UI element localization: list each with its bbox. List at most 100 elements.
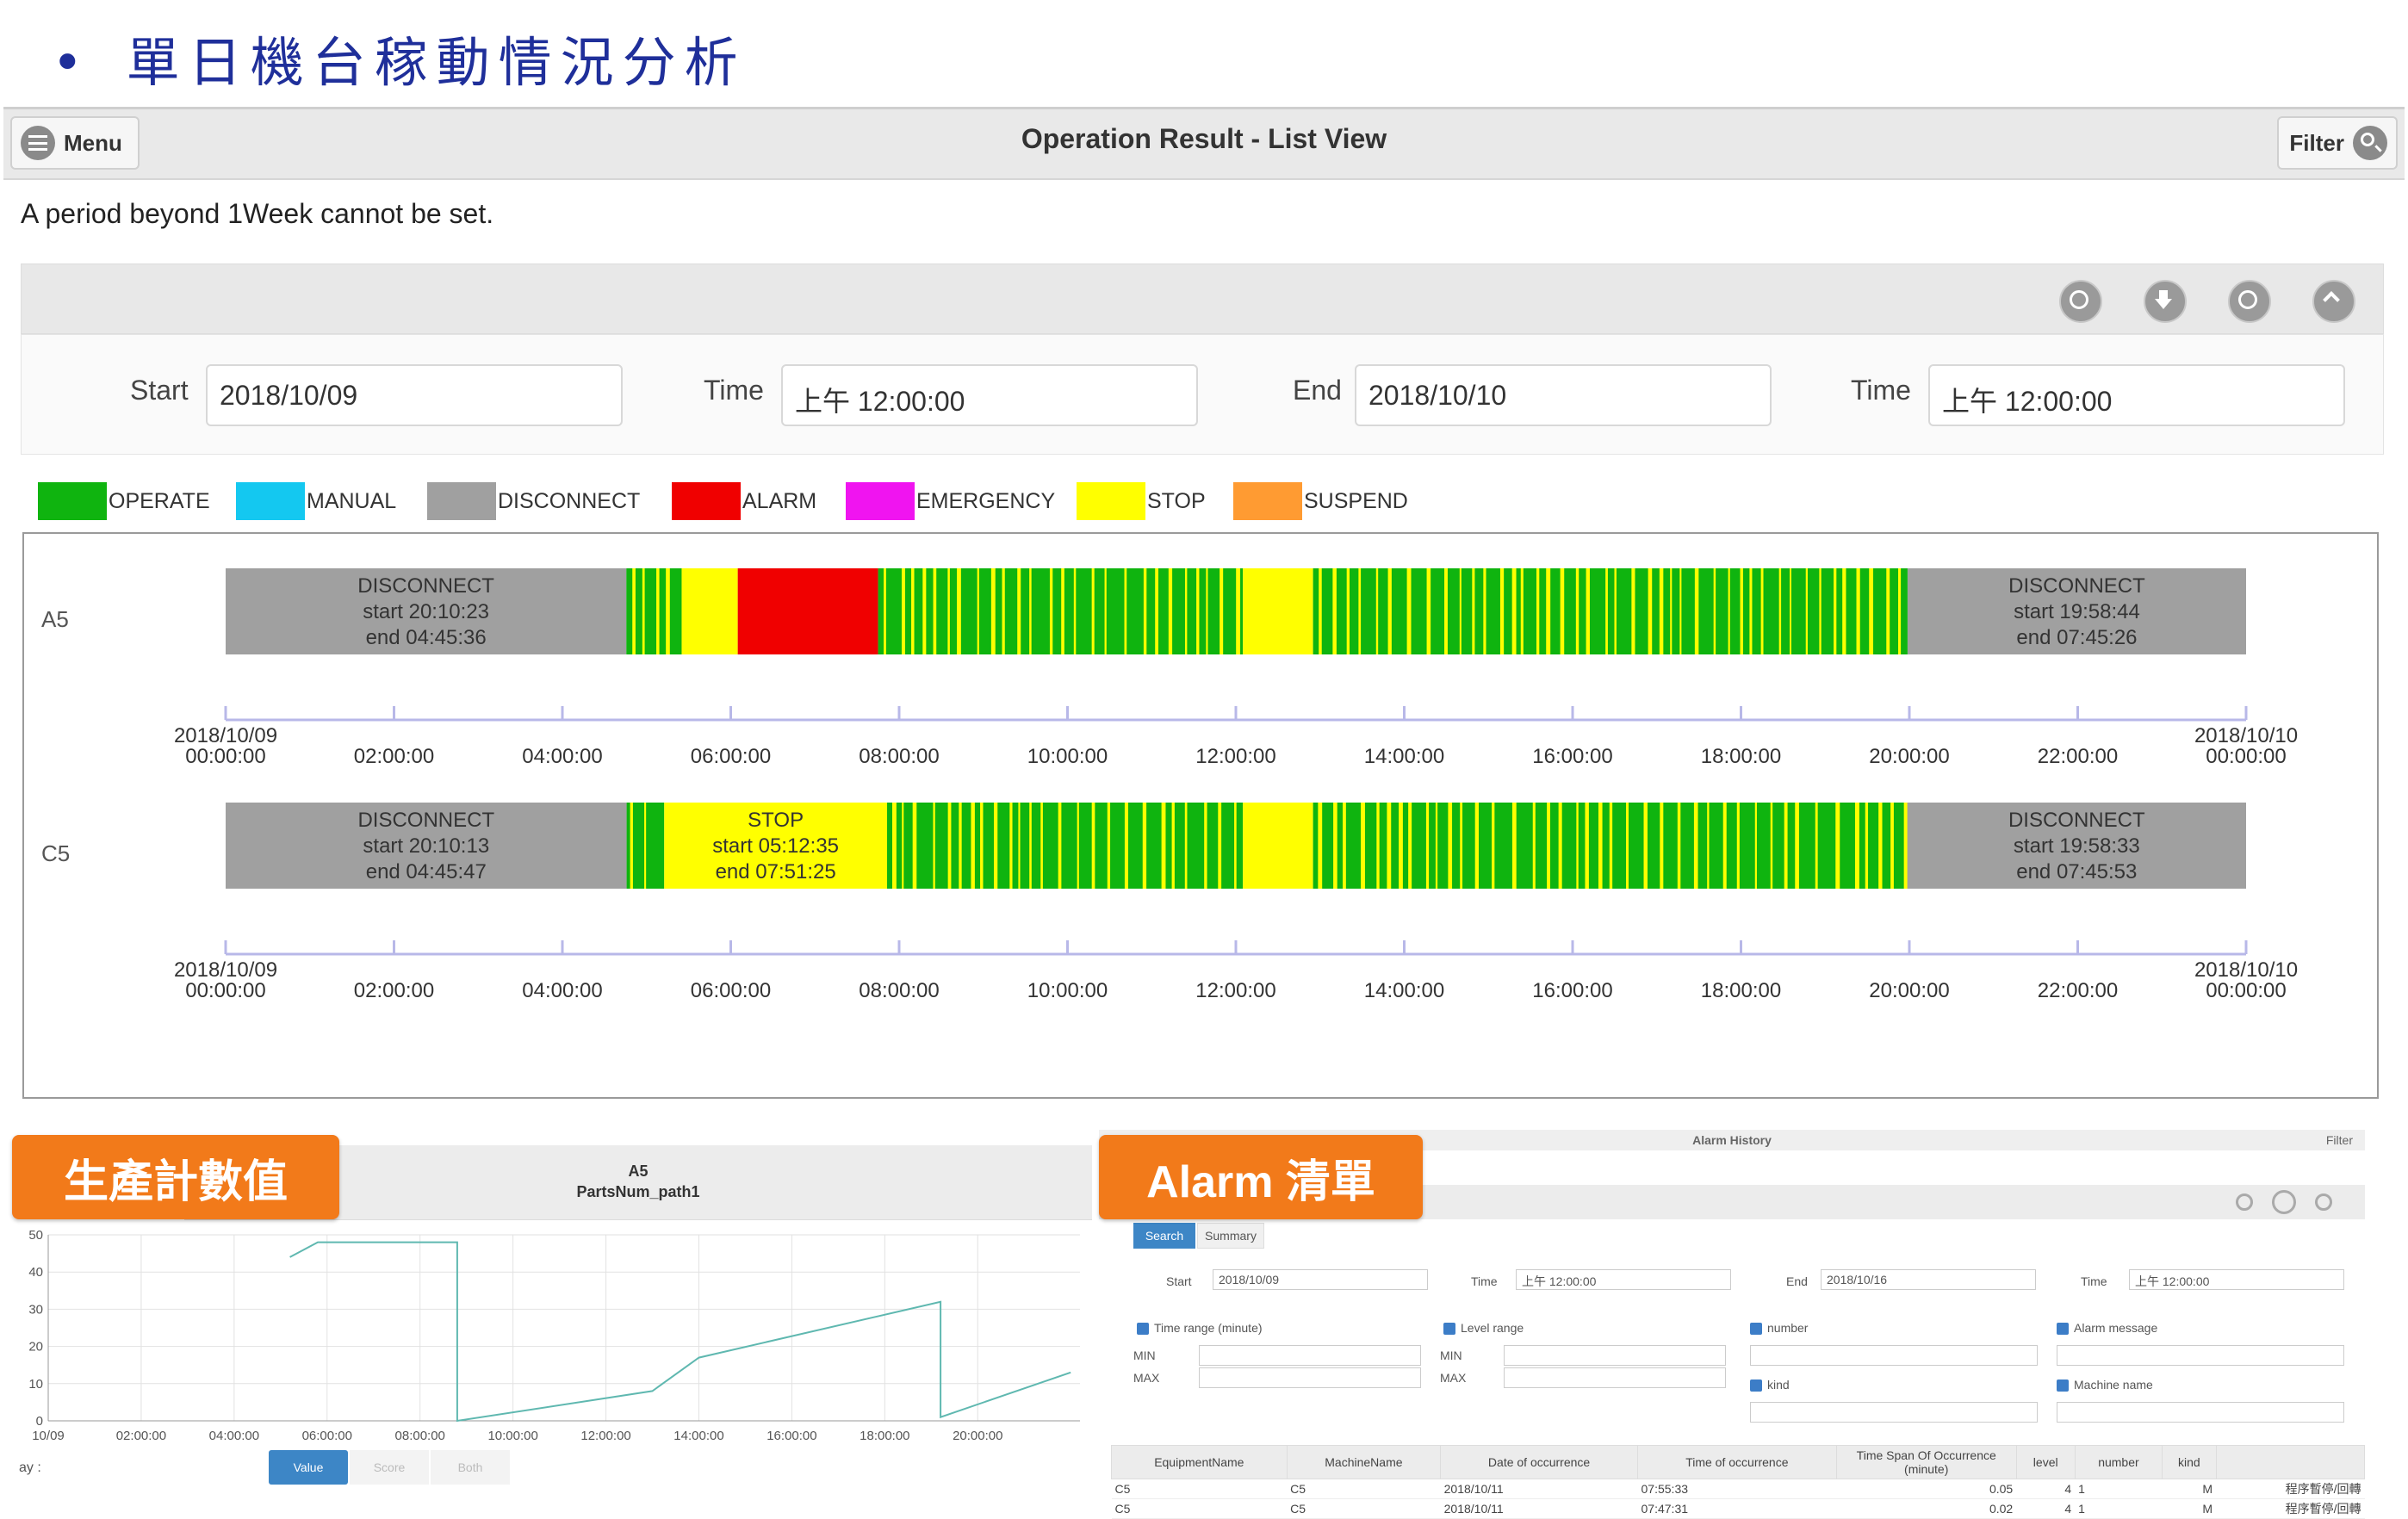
start-date-input[interactable]: 2018/10/09 xyxy=(206,364,623,426)
stop-stripe xyxy=(1318,803,1323,889)
y-tick-label: 10 xyxy=(28,1377,43,1392)
timeline-c5: C5DISCONNECTstart 20:10:13end 04:45:47ST… xyxy=(41,803,2298,1002)
machine-label: C5 xyxy=(41,840,70,866)
score-button[interactable]: Score xyxy=(350,1450,429,1485)
col-date[interactable]: Date of occurrence xyxy=(1440,1445,1639,1479)
segment-stop[interactable] xyxy=(681,568,738,654)
segment-label: DISCONNECT xyxy=(357,574,494,598)
search-tab[interactable]: Search xyxy=(1133,1223,1195,1249)
segment-label: DISCONNECT xyxy=(2008,574,2145,598)
collapse-icon[interactable] xyxy=(2315,1194,2332,1211)
check-kind[interactable]: kind xyxy=(1750,1378,1790,1392)
kind-input[interactable] xyxy=(1750,1402,2038,1423)
stop-stripe xyxy=(1346,568,1350,654)
parts-count-tag: 生產計數值 xyxy=(12,1135,339,1219)
segment-stop[interactable] xyxy=(1243,568,1313,654)
stop-stripe xyxy=(1124,803,1129,889)
x-tick-label: 10:00:00 xyxy=(487,1429,537,1443)
stop-stripe xyxy=(1387,803,1392,889)
segment-operate[interactable] xyxy=(878,568,1244,654)
stop-stripe xyxy=(1609,803,1613,889)
stop-stripe xyxy=(1760,568,1764,654)
col-number[interactable]: number xyxy=(2074,1445,2163,1479)
stop-stripe xyxy=(957,568,961,654)
segment-alarm[interactable] xyxy=(737,568,878,654)
machine-name-input[interactable] xyxy=(2057,1402,2344,1423)
alarm-filter-label[interactable]: Filter xyxy=(2326,1133,2353,1147)
alarm-time-input[interactable]: 上午 12:00:00 xyxy=(1516,1269,1731,1290)
stop-stripe xyxy=(911,568,915,654)
collapse-icon[interactable] xyxy=(2312,280,2355,323)
stop-stripe xyxy=(1073,568,1077,654)
alarm-end-input[interactable]: 2018/10/16 xyxy=(1821,1269,2036,1290)
level-min-label: MIN xyxy=(1440,1348,1462,1362)
cell: M xyxy=(2162,1498,2217,1519)
check-time-range[interactable]: Time range (minute) xyxy=(1137,1321,1263,1336)
stop-stripe xyxy=(1155,568,1159,654)
stop-stripe xyxy=(1789,568,1791,654)
check-machine-name[interactable]: Machine name xyxy=(2057,1378,2153,1392)
filter-button[interactable]: Filter xyxy=(2277,116,2398,170)
value-button[interactable]: Value xyxy=(269,1450,348,1485)
stop-stripe xyxy=(1448,803,1453,889)
check-alarm-message[interactable]: Alarm message xyxy=(2057,1321,2158,1336)
segment-stop[interactable] xyxy=(1243,803,1313,889)
cell: 1 xyxy=(2075,1498,2163,1519)
time-max-input[interactable] xyxy=(1199,1367,1421,1388)
check-alarm-message-label: Alarm message xyxy=(2074,1321,2158,1335)
segment-label: end 04:45:36 xyxy=(366,626,487,649)
tick-label: 06:00:00 xyxy=(691,979,771,1002)
alarm-start-input[interactable]: 2018/10/09 xyxy=(1213,1269,1428,1290)
stop-stripe xyxy=(1009,803,1013,889)
col-level[interactable]: level xyxy=(2015,1445,2076,1479)
stop-stripe xyxy=(1815,803,1818,889)
stop-stripe xyxy=(1805,568,1808,654)
alarm-message-input[interactable] xyxy=(2057,1345,2344,1366)
segment-label: end 04:45:47 xyxy=(366,860,487,884)
alarm-time2-input[interactable]: 上午 12:00:00 xyxy=(2129,1269,2344,1290)
clock-icon[interactable] xyxy=(2236,1194,2253,1211)
stop-stripe xyxy=(1142,803,1147,889)
segment-operate[interactable] xyxy=(1313,568,1908,654)
time-min-input[interactable] xyxy=(1199,1345,1421,1366)
refresh-icon[interactable] xyxy=(2228,280,2271,323)
level-max-input[interactable] xyxy=(1504,1367,1726,1388)
check-time-range-label: Time range (minute) xyxy=(1154,1321,1263,1335)
cell: 1 xyxy=(2075,1479,2163,1499)
table-row[interactable]: C5 C5 2018/10/11 07:47:31 0.02 4 1 M 程序暫… xyxy=(1111,1498,2365,1519)
clock-icon[interactable] xyxy=(2059,280,2102,323)
legend-swatch xyxy=(1077,482,1145,520)
download-icon[interactable] xyxy=(2144,280,2187,323)
col-equipment[interactable]: EquipmentName xyxy=(1111,1445,1288,1479)
col-kind[interactable]: kind xyxy=(2162,1445,2217,1479)
col-machine[interactable]: MachineName xyxy=(1286,1445,1442,1479)
both-button[interactable]: Both xyxy=(431,1450,510,1485)
check-machine-name-label: Machine name xyxy=(2074,1378,2153,1392)
refresh-icon[interactable] xyxy=(2272,1190,2296,1214)
segment-operate[interactable] xyxy=(887,803,1244,889)
number-input[interactable] xyxy=(1750,1345,2038,1366)
end-date-input[interactable]: 2018/10/10 xyxy=(1355,364,1772,426)
tick-label: 10:00:00 xyxy=(1027,979,1108,1002)
end-time-input[interactable]: 上午 12:00:00 xyxy=(1928,364,2345,426)
table-row[interactable]: C5 C5 2018/10/11 07:55:33 0.05 4 1 M 程序暫… xyxy=(1111,1479,2365,1499)
stop-stripe xyxy=(1898,568,1902,654)
stop-stripe xyxy=(1472,568,1475,654)
stop-stripe xyxy=(1670,568,1673,654)
start-time-input[interactable]: 上午 12:00:00 xyxy=(781,364,1198,426)
stop-stripe xyxy=(630,803,633,889)
check-number[interactable]: number xyxy=(1750,1321,1808,1336)
col-span[interactable]: Time Span Of Occurrence (minute) xyxy=(1835,1445,2017,1479)
summary-tab[interactable]: Summary xyxy=(1197,1223,1264,1249)
legend-swatch xyxy=(846,482,915,520)
check-level-range[interactable]: Level range xyxy=(1443,1321,1524,1336)
stop-stripe xyxy=(922,568,927,654)
timeline-a5: A5DISCONNECTstart 20:10:23end 04:45:36DI… xyxy=(41,568,2298,768)
stop-stripe xyxy=(1002,568,1005,654)
col-time[interactable]: Time of occurrence xyxy=(1637,1445,1837,1479)
level-min-input[interactable] xyxy=(1504,1345,1726,1366)
stop-stripe xyxy=(1643,803,1648,889)
tick-label: 00:00:00 xyxy=(185,745,265,768)
col-message[interactable] xyxy=(2215,1445,2366,1479)
legend-item-suspend: SUSPEND xyxy=(1233,482,1408,520)
